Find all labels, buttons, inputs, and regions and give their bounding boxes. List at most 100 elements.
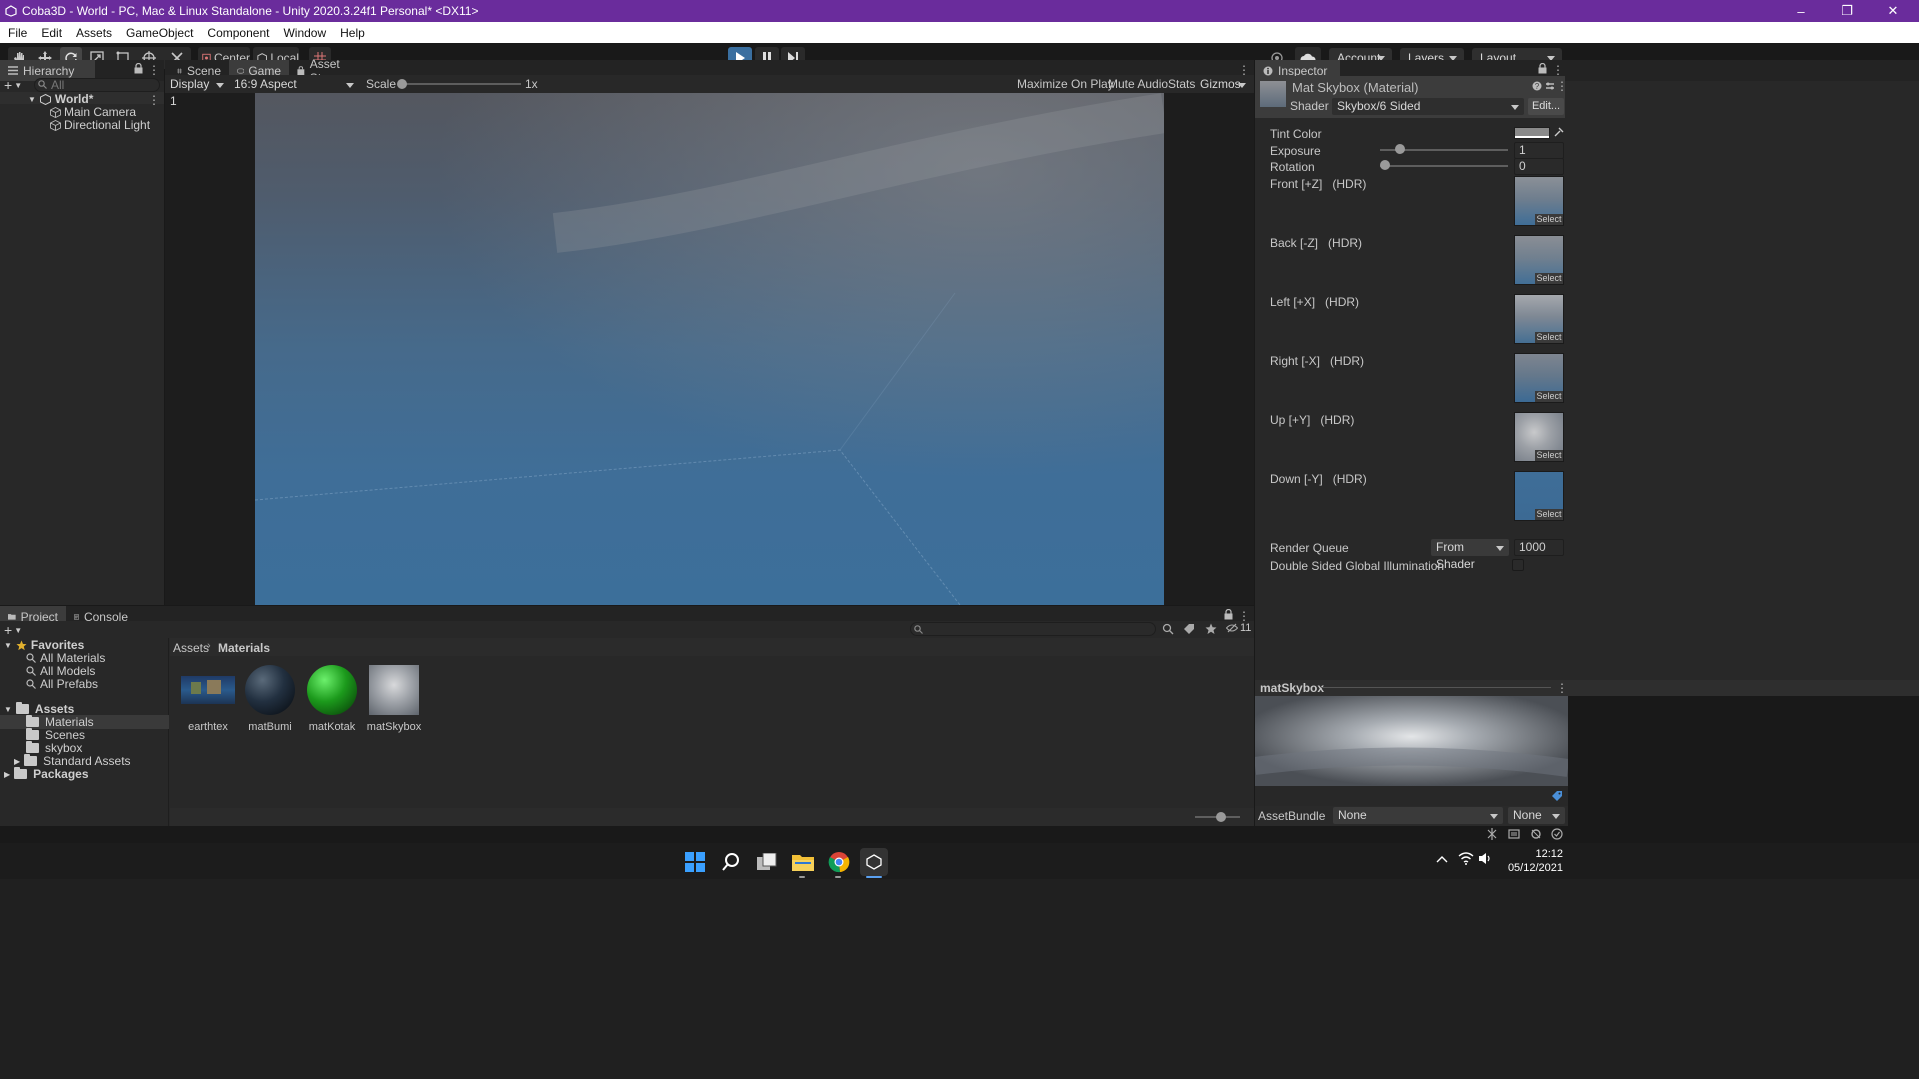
rotation-slider-knob[interactable] <box>1380 160 1390 170</box>
icon-size-slider-knob[interactable] <box>1216 812 1226 822</box>
breadcrumb-assets[interactable]: Assets <box>173 641 209 655</box>
menu-gameobject[interactable]: GameObject <box>126 26 193 40</box>
select-button[interactable]: Select <box>1535 391 1563 402</box>
menu-component[interactable]: Component <box>207 26 269 40</box>
favorite-all-prefabs[interactable]: All Prefabs <box>26 676 98 692</box>
double-sided-gi-checkbox[interactable] <box>1512 559 1524 571</box>
project-footer <box>170 808 1254 826</box>
aspect-dropdown[interactable]: 16:9 Aspect <box>229 76 359 93</box>
build-icon[interactable] <box>1508 828 1520 840</box>
exposure-slider-knob[interactable] <box>1395 144 1405 154</box>
preview-sky-image <box>1255 696 1568 786</box>
face-front-texture[interactable]: Select <box>1514 176 1564 226</box>
wifi-icon[interactable] <box>1458 852 1474 865</box>
project-search-input[interactable] <box>910 622 1156 636</box>
asset-matkotak[interactable]: matKotak <box>304 665 360 733</box>
material-menu-icon[interactable]: ⋮ <box>1556 79 1568 93</box>
minimize-button[interactable]: – <box>1778 0 1824 22</box>
search-by-label-icon[interactable] <box>1183 623 1195 635</box>
game-viewport[interactable] <box>255 93 1164 605</box>
material-preview-thumb <box>1260 81 1286 107</box>
asset-matbumi[interactable]: matBumi <box>242 665 298 733</box>
rotation-field[interactable]: 0 <box>1514 158 1564 175</box>
label-tag-icon[interactable] <box>1551 790 1563 802</box>
eyedropper-icon[interactable] <box>1554 127 1564 137</box>
display-dropdown[interactable]: Display 1 <box>165 76 229 108</box>
face-right-texture[interactable]: Select <box>1514 353 1564 403</box>
project-lock-icon[interactable] <box>1224 609 1233 620</box>
preview-menu-icon[interactable]: ⋮ <box>1556 681 1568 695</box>
scene-menu-icon[interactable]: ⋮ <box>148 93 160 107</box>
stats-toggle[interactable]: Stats <box>1168 77 1195 91</box>
asset-label: matKotak <box>308 721 356 733</box>
menu-edit[interactable]: Edit <box>41 26 62 40</box>
create-button[interactable]: + ▼ <box>4 77 28 93</box>
select-button[interactable]: Select <box>1535 450 1563 461</box>
chrome-icon[interactable] <box>825 848 853 876</box>
hierarchy-search-input[interactable]: All <box>34 78 160 92</box>
skybox-thumbnail <box>369 665 419 715</box>
file-explorer-icon[interactable] <box>789 848 817 876</box>
task-view-icon[interactable] <box>753 848 781 876</box>
close-button[interactable]: ✕ <box>1870 0 1916 22</box>
face-up-texture[interactable]: Select <box>1514 412 1564 462</box>
volume-icon[interactable] <box>1478 852 1492 865</box>
face-down-texture[interactable]: Select <box>1514 471 1564 521</box>
maximize-on-play-toggle[interactable]: Maximize On Play <box>1017 77 1114 91</box>
assetbundle-dropdown[interactable]: None <box>1333 807 1503 824</box>
maximize-button[interactable]: ❐ <box>1824 0 1870 22</box>
unity-taskbar-icon[interactable] <box>860 848 888 876</box>
face-back-texture[interactable]: Select <box>1514 235 1564 285</box>
shader-dropdown[interactable]: Skybox/6 Sided <box>1332 98 1524 115</box>
breadcrumb-materials[interactable]: Materials <box>218 641 270 655</box>
clock[interactable]: 12:12 05/12/2021 <box>1498 847 1563 875</box>
rotation-slider-track[interactable] <box>1380 165 1508 167</box>
render-queue-mode-dropdown[interactable]: From Shader <box>1431 539 1509 571</box>
select-button[interactable]: Select <box>1535 509 1563 520</box>
exposure-field[interactable]: 1 <box>1514 142 1564 159</box>
hierarchy-menu-icon[interactable]: ⋮ <box>148 63 160 77</box>
face-left-texture[interactable]: Select <box>1514 294 1564 344</box>
window-title: Coba3D - World - PC, Mac & Linux Standal… <box>22 4 479 18</box>
debug-icon[interactable] <box>1486 828 1498 840</box>
edit-shader-button[interactable]: Edit... <box>1528 98 1564 115</box>
packages-root[interactable]: ▶ Packages <box>4 766 89 782</box>
mute-audio-toggle[interactable]: Mute Audio <box>1108 77 1168 91</box>
select-button[interactable]: Select <box>1535 214 1563 225</box>
select-button[interactable]: Select <box>1535 273 1563 284</box>
asset-earthtex[interactable]: earthtex <box>180 665 236 733</box>
shader-label: Shader <box>1290 99 1329 113</box>
skybox-preview[interactable] <box>1255 696 1568 786</box>
select-button[interactable]: Select <box>1535 332 1563 343</box>
inspector-menu-icon[interactable]: ⋮ <box>1552 63 1564 77</box>
render-queue-field[interactable]: 1000 <box>1514 539 1564 556</box>
favorite-star-icon[interactable] <box>1205 623 1217 635</box>
gizmos-dropdown[interactable]: Gizmos <box>1195 76 1251 93</box>
tray-overflow-icon[interactable] <box>1436 855 1448 863</box>
search-icon <box>38 80 47 89</box>
inspector-lock-icon[interactable] <box>1538 63 1547 74</box>
taskbar-search-icon[interactable] <box>717 848 745 876</box>
status-ok-icon[interactable] <box>1551 828 1563 840</box>
bag-icon <box>297 65 305 75</box>
help-icon[interactable]: ? <box>1532 81 1542 91</box>
hidden-packages-toggle[interactable]: 11 <box>1226 622 1251 634</box>
scale-slider-knob[interactable] <box>397 79 407 89</box>
unity-logo-icon <box>0 0 22 22</box>
lock-icon[interactable] <box>134 63 143 74</box>
menu-window[interactable]: Window <box>283 26 326 40</box>
tint-color-swatch[interactable] <box>1514 127 1550 139</box>
preset-icon[interactable] <box>1545 81 1555 91</box>
assetbundle-variant-dropdown[interactable]: None <box>1508 807 1565 824</box>
scale-slider-track[interactable] <box>401 83 521 85</box>
search-by-type-icon[interactable] <box>1162 623 1174 635</box>
menu-bar: File Edit Assets GameObject Component Wi… <box>0 22 1919 43</box>
menu-file[interactable]: File <box>8 26 27 40</box>
windows-start-icon[interactable] <box>681 848 709 876</box>
settings-icon[interactable] <box>1530 828 1542 840</box>
hierarchy-item-directional-light[interactable]: Directional Light <box>50 117 150 133</box>
menu-help[interactable]: Help <box>340 26 365 40</box>
menu-assets[interactable]: Assets <box>76 26 112 40</box>
project-create-button[interactable]: + ▼ <box>4 622 22 638</box>
asset-matskybox[interactable]: matSkybox <box>366 665 422 733</box>
